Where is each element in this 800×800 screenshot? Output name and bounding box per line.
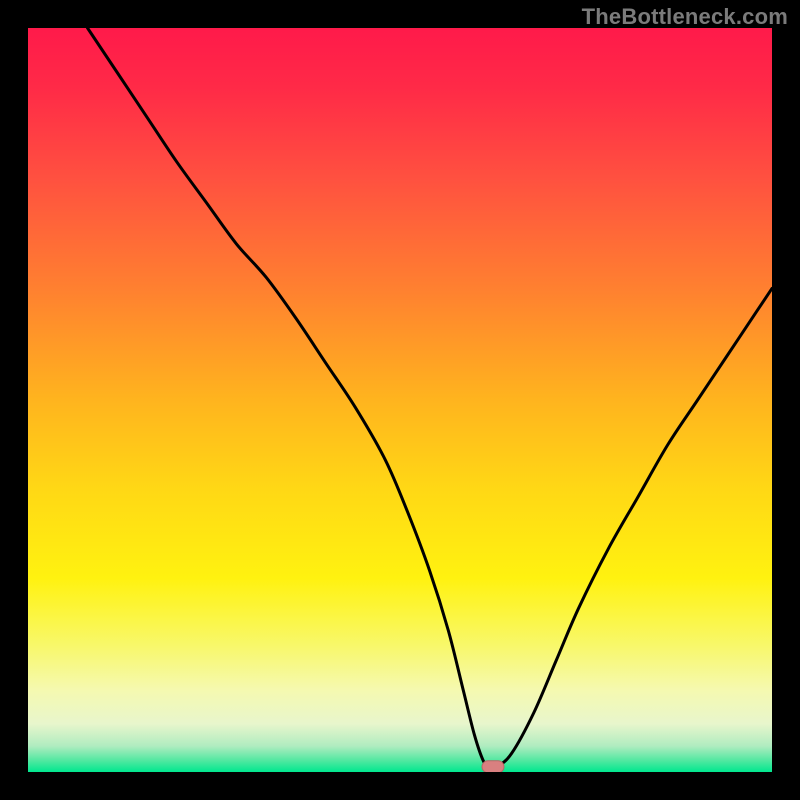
optimum-marker <box>482 761 504 773</box>
chart-canvas <box>0 0 800 800</box>
gradient-background <box>28 28 772 772</box>
watermark-text: TheBottleneck.com <box>582 4 788 30</box>
chart-frame: TheBottleneck.com <box>0 0 800 800</box>
